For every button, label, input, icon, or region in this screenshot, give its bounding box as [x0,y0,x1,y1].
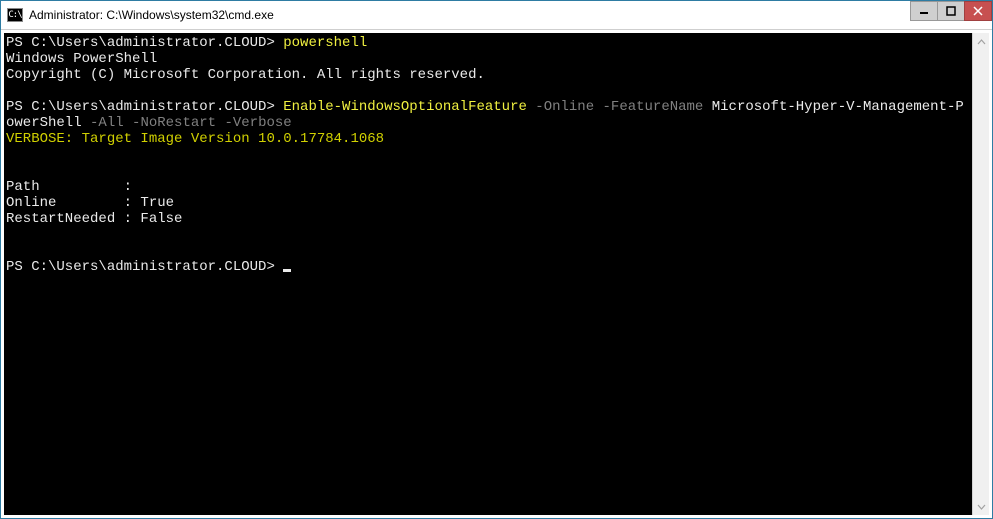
prompt: PS C:\Users\administrator.CLOUD> [6,99,275,115]
scroll-up-button[interactable] [973,33,989,50]
output-path: Path : [6,179,132,195]
output-online-value: True [140,195,174,211]
window-title: Administrator: C:\Windows\system32\cmd.e… [29,8,274,22]
cmd-window: C:\ Administrator: C:\Windows\system32\c… [0,0,993,519]
cursor [283,269,291,272]
window-body: PS C:\Users\administrator.CLOUD> powersh… [1,30,992,518]
vertical-scrollbar[interactable] [972,33,989,515]
ps-banner-2: Copyright (C) Microsoft Corporation. All… [6,67,485,83]
minimize-button[interactable] [910,1,938,21]
output-online-label: Online : [6,195,140,211]
titlebar[interactable]: C:\ Administrator: C:\Windows\system32\c… [1,1,992,30]
param-all: -All [90,115,124,131]
ps-banner-1: Windows PowerShell [6,51,157,67]
verbose-line: VERBOSE: Target Image Version 10.0.17784… [6,131,384,147]
cmd-icon: C:\ [7,8,23,22]
maximize-button[interactable] [937,1,965,21]
output-restart-label: RestartNeeded : [6,211,140,227]
param-online: -Online [535,99,594,115]
titlebar-left: C:\ Administrator: C:\Windows\system32\c… [7,8,911,22]
param-norestart: -NoRestart [132,115,216,131]
param-featurename: -FeatureName [603,99,704,115]
scroll-track[interactable] [973,50,989,498]
prompt: PS C:\Users\administrator.CLOUD> [6,259,275,275]
window-controls [911,1,992,29]
param-verbose: -Verbose [224,115,291,131]
command-powershell: powershell [283,35,367,51]
prompt: PS C:\Users\administrator.CLOUD> [6,35,275,51]
cmdlet-enable-feature: Enable-WindowsOptionalFeature [283,99,527,115]
output-restart-value: False [140,211,182,227]
scroll-down-button[interactable] [973,498,989,515]
terminal-output[interactable]: PS C:\Users\administrator.CLOUD> powersh… [4,33,972,515]
close-button[interactable] [964,1,992,21]
